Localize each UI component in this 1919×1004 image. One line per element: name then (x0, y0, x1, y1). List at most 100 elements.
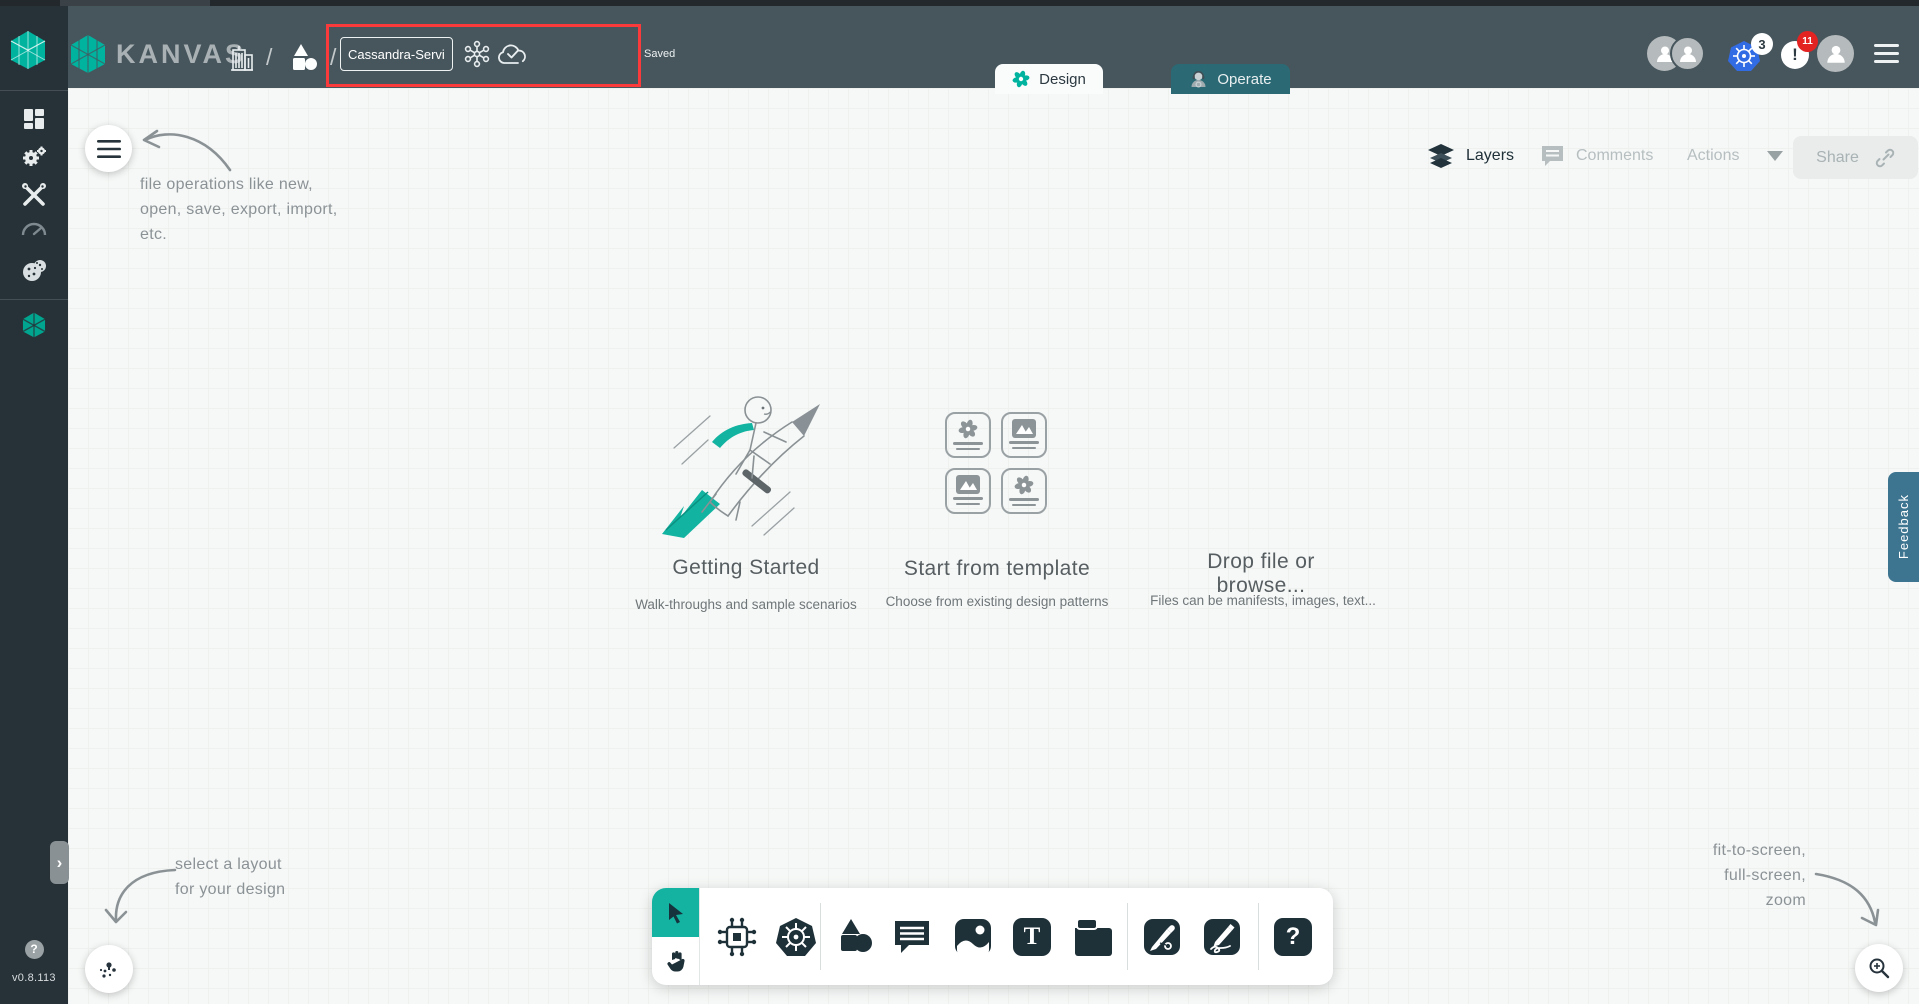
layers-label: Layers (1466, 147, 1515, 164)
template-illustration[interactable] (945, 412, 1049, 514)
panel-expander-button[interactable]: › (50, 841, 69, 884)
notifications-count-badge: 11 (1797, 31, 1818, 52)
app-version: v0.8.113 (12, 972, 56, 984)
person-icon (1679, 46, 1696, 62)
template-card-image (945, 468, 991, 514)
section-tool-button[interactable] (1065, 888, 1119, 985)
file-ops-line1: file operations like new, (140, 176, 313, 193)
image-icon (956, 475, 980, 494)
design-pinwheel-icon (1012, 70, 1030, 88)
zoom-line1: fit-to-screen, (1712, 842, 1806, 859)
layout-line2: for your design (175, 881, 286, 898)
hand-icon (666, 951, 685, 972)
drop-title[interactable]: Drop file or browse... (1161, 550, 1361, 598)
kubernetes-context-button[interactable]: 3 (1728, 33, 1774, 73)
tab-design[interactable]: Design (995, 64, 1103, 94)
user-avatar[interactable] (1817, 35, 1854, 72)
file-menu-button[interactable] (85, 125, 132, 172)
header-menu-button[interactable] (1874, 44, 1899, 63)
collaborator-avatar[interactable] (1670, 36, 1705, 71)
rail-divider (0, 90, 68, 91)
tab-operate-label: Operate (1217, 70, 1272, 88)
feedback-label: Feedback (1896, 494, 1911, 560)
help-button[interactable]: ? (0, 939, 68, 959)
rail-divider (0, 299, 68, 300)
shapes-tool-button[interactable] (828, 888, 882, 985)
highlight-rectangle (326, 24, 641, 87)
select-tool-button[interactable] (652, 888, 699, 937)
kanvas-hexagon-icon (22, 312, 46, 338)
pan-tool-button[interactable] (652, 937, 699, 985)
layout-line1: select a layout (175, 856, 282, 873)
zoom-in-icon (1869, 958, 1890, 979)
getting-started-subtitle: Walk-throughs and sample scenarios (635, 597, 857, 612)
zoom-annotation: fit-to-screen, full-screen, zoom (1658, 838, 1806, 913)
template-card-pattern (945, 412, 991, 458)
template-card-pattern (1001, 468, 1047, 514)
sidebar-item-lifecycle[interactable] (0, 143, 68, 171)
pen-icon (1144, 918, 1180, 955)
dashboard-icon (24, 109, 44, 129)
sidebar-item-configuration[interactable] (0, 182, 68, 208)
template-title[interactable]: Start from template (897, 557, 1097, 581)
comments-icon (1542, 146, 1563, 166)
sidebar-item-extensions[interactable] (0, 256, 68, 286)
comment-icon (895, 920, 929, 953)
kubernetes-count-badge: 3 (1751, 33, 1773, 55)
zoom-controls-button[interactable] (1855, 944, 1903, 992)
circuit-icon (717, 917, 757, 956)
sidebar-item-kanvas[interactable] (0, 311, 68, 339)
zoom-line3: zoom (1765, 892, 1806, 909)
workspace-shapes-icon[interactable] (288, 42, 320, 74)
breadcrumb-separator: / (266, 44, 273, 70)
actions-label: Actions (1687, 147, 1740, 164)
tab-design-label: Design (1039, 70, 1086, 88)
toolbar-divider (699, 888, 700, 985)
top-strip-segment (60, 0, 210, 6)
text-icon: T (1013, 917, 1051, 956)
help-icon: ? (24, 939, 44, 959)
pencil-icon (1204, 918, 1240, 955)
pen-tool-button[interactable] (1135, 888, 1189, 985)
freehand-tool-button[interactable] (1195, 888, 1249, 985)
sidebar-item-performance[interactable] (0, 218, 68, 240)
file-ops-line3: etc. (140, 226, 167, 243)
browser-top-strip (0, 0, 1919, 6)
getting-started-illustration[interactable] (652, 390, 836, 546)
kubernetes-tool-button[interactable] (769, 888, 823, 985)
layout-arrow (104, 868, 177, 924)
image-tool-button[interactable] (946, 888, 1000, 985)
cursor-icon (668, 902, 683, 923)
getting-started-title[interactable]: Getting Started (646, 556, 846, 580)
toolbar-help-button[interactable]: ? (1266, 888, 1320, 985)
design-canvas[interactable] (68, 88, 1919, 1004)
chevron-down-icon (1767, 151, 1784, 161)
person-icon (1826, 45, 1845, 63)
template-card-image (1001, 412, 1047, 458)
comment-tool-button[interactable] (885, 888, 939, 985)
link-icon (1875, 148, 1895, 167)
comments-toggle[interactable]: Comments (1540, 144, 1653, 167)
operate-headset-icon (1191, 70, 1206, 88)
kanvas-wordmark: KANVAS (116, 39, 247, 69)
canvas-toolbar: T ? (652, 888, 1333, 985)
share-button[interactable]: Share (1793, 136, 1918, 179)
template-subtitle: Choose from existing design patterns (885, 594, 1109, 609)
sidebar-item-dashboard[interactable] (0, 106, 68, 132)
text-tool-button[interactable]: T (1005, 888, 1059, 985)
organization-icon[interactable] (228, 44, 254, 72)
toolbar-divider (820, 903, 821, 970)
menu-icon (96, 139, 121, 158)
layers-toggle[interactable]: Layers (1428, 144, 1514, 168)
layout-select-button[interactable] (85, 945, 133, 993)
zoom-arrow (1814, 872, 1880, 927)
tab-operate[interactable]: Operate (1171, 64, 1290, 94)
file-ops-line2: open, save, export, import, (140, 201, 338, 218)
feedback-tab[interactable]: Feedback (1888, 472, 1919, 582)
meshery-logo-icon[interactable] (8, 30, 48, 70)
actions-dropdown[interactable]: Actions (1687, 147, 1784, 165)
kanvas-logo-icon (68, 34, 108, 74)
component-tool-button[interactable] (710, 888, 764, 985)
chevron-right-icon: › (56, 852, 63, 872)
image-icon (1012, 419, 1036, 438)
